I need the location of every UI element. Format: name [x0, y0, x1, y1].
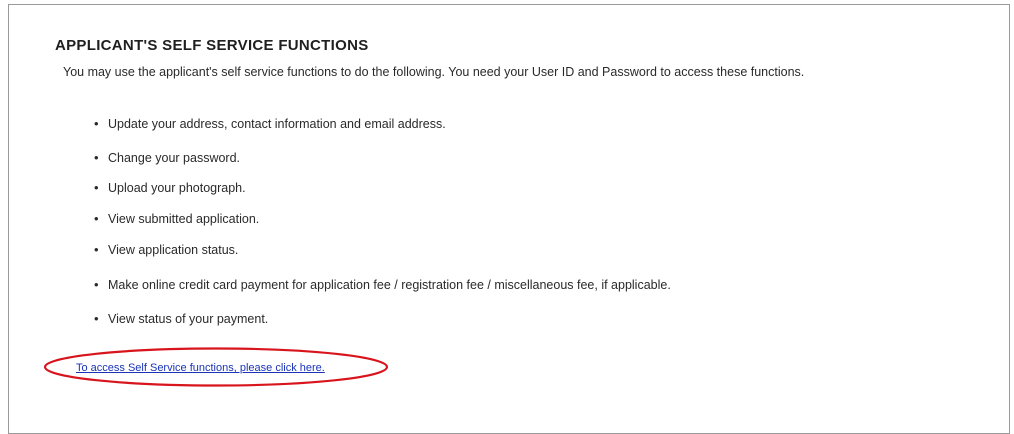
list-item-label: Update your address, contact information… [108, 117, 446, 131]
list-item: • View application status. [94, 242, 238, 257]
bullet-icon: • [94, 116, 99, 131]
page-title: APPLICANT'S SELF SERVICE FUNCTIONS [55, 37, 369, 54]
list-item: • Update your address, contact informatio… [94, 116, 446, 131]
intro-text: You may use the applicant's self service… [63, 65, 805, 79]
list-item: • View submitted application. [94, 211, 259, 226]
list-item: • View status of your payment. [94, 311, 268, 326]
list-item-label: Change your password. [108, 151, 241, 165]
bullet-icon: • [94, 211, 99, 226]
self-service-access-link[interactable]: To access Self Service functions, please… [76, 362, 325, 374]
list-item: • Make online credit card payment for app… [94, 277, 671, 292]
list-item-label: Make online credit card payment for appl… [108, 278, 671, 292]
bullet-icon: • [94, 242, 99, 257]
list-item-label: View application status. [108, 243, 239, 257]
list-item-label: View status of your payment. [108, 312, 269, 326]
bullet-icon: • [94, 150, 99, 165]
list-item-label: View submitted application. [108, 212, 260, 226]
list-item: • Upload your photograph. [94, 180, 246, 195]
list-item-label: Upload your photograph. [108, 181, 246, 195]
bullet-icon: • [94, 311, 99, 326]
bullet-icon: • [94, 277, 99, 292]
bullet-icon: • [94, 180, 99, 195]
list-item: • Change your password. [94, 150, 240, 165]
